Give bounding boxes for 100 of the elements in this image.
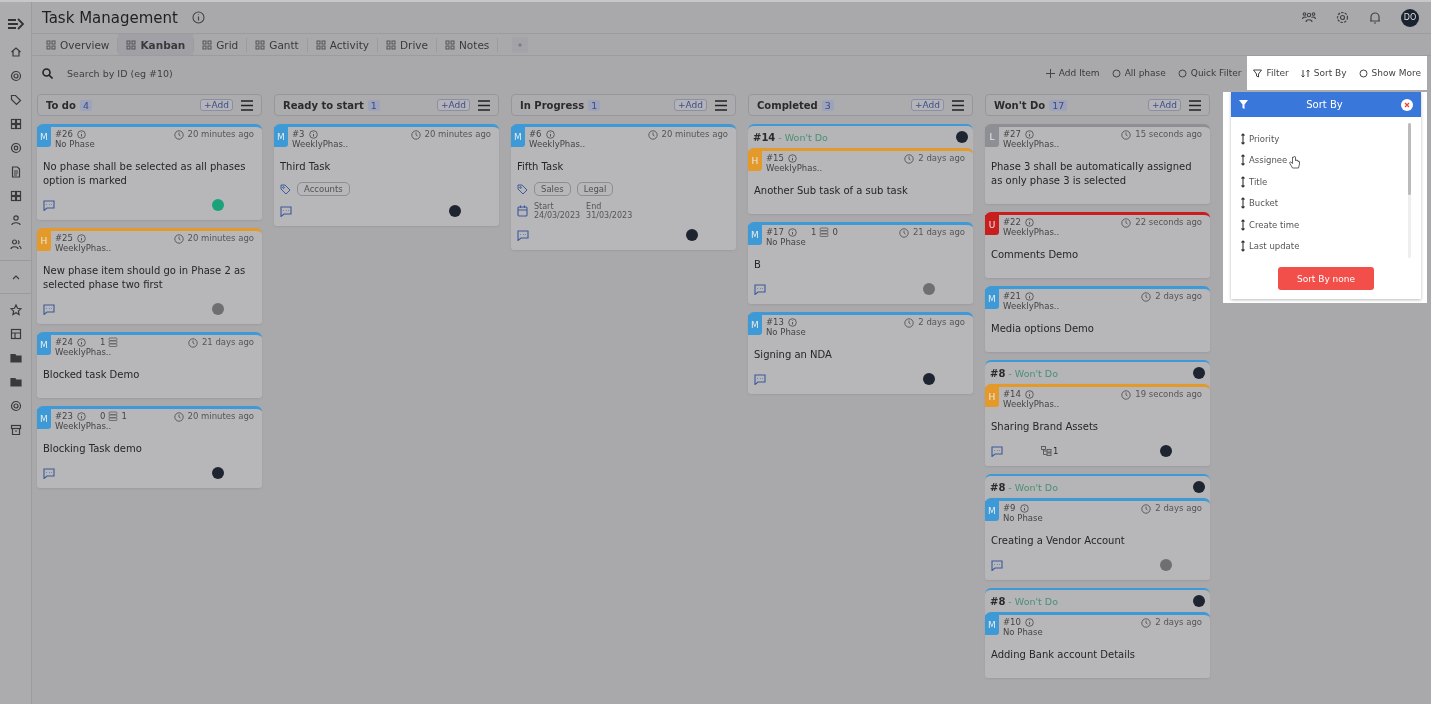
toolbar-button[interactable]: Show More (1352, 56, 1427, 90)
phase-label: No Phase (766, 327, 806, 337)
time-label: 2 days ago (1155, 616, 1202, 627)
sort-option[interactable]: Create time (1241, 217, 1408, 232)
count-badge: 1 (367, 99, 380, 111)
phase-label: WeeklyPhas.. (1003, 227, 1060, 237)
tab[interactable]: Grid (194, 34, 247, 55)
home-icon[interactable] (9, 46, 22, 58)
comment-icon[interactable] (43, 303, 55, 315)
sort-arrows-icon (1241, 154, 1245, 166)
grid-icon (315, 39, 326, 50)
tab[interactable]: Overview (38, 34, 118, 55)
sort-arrows-icon (1241, 175, 1245, 188)
count-badge: 3 (821, 99, 834, 111)
tab[interactable]: Kanban (118, 34, 194, 55)
tab[interactable]: Notes (437, 34, 498, 55)
priority-badge: U (985, 215, 999, 235)
info-icon (1024, 217, 1034, 227)
add-button[interactable]: +Add (437, 99, 470, 111)
comment-icon[interactable] (991, 559, 1003, 571)
user-avatar[interactable]: DO (1401, 8, 1419, 27)
folder-icon[interactable] (9, 352, 22, 364)
comment-icon[interactable] (43, 199, 55, 211)
sort-arrows-icon (1241, 240, 1245, 252)
tab[interactable]: Gantt (247, 34, 307, 55)
sort-option[interactable]: Assignee (1241, 152, 1408, 168)
toolbar-button[interactable]: Quick Filter (1171, 56, 1248, 90)
layout-icon[interactable] (9, 328, 22, 340)
clock-icon (1121, 130, 1132, 140)
settings-icon[interactable] (1336, 11, 1349, 24)
add-button[interactable]: +Add (200, 99, 233, 111)
target-icon[interactable] (9, 400, 22, 412)
menu-icon[interactable] (478, 99, 490, 111)
tab[interactable]: Activity (307, 34, 377, 55)
tag-icon (517, 183, 528, 195)
grid-icon[interactable] (9, 190, 22, 202)
people-icon[interactable] (9, 238, 22, 250)
comment-icon[interactable] (280, 205, 292, 217)
time-label: 21 days ago (912, 226, 965, 237)
sort-option[interactable]: Priority (1241, 131, 1408, 146)
info-icon (308, 129, 318, 139)
dependency-count: 1 (99, 337, 106, 347)
toolbar-button[interactable]: All phase (1105, 56, 1172, 90)
sort-arrows-icon (1241, 197, 1245, 209)
menu-icon[interactable] (715, 99, 727, 111)
team-icon[interactable] (1302, 11, 1316, 24)
add-button[interactable]: +Add (911, 99, 944, 111)
toolbar-button[interactable]: Sort By (1294, 56, 1353, 90)
info-icon[interactable] (191, 11, 205, 24)
tag-icon[interactable] (9, 94, 22, 106)
bell-icon[interactable] (1369, 11, 1381, 24)
clock-icon (410, 130, 421, 140)
sort-option[interactable]: Title (1241, 174, 1408, 189)
grid-icon (445, 39, 455, 50)
task-title: Phase 3 shall be automatically assigned as only phase 3 is selected (990, 160, 1193, 188)
comment-icon[interactable] (754, 373, 766, 385)
phase-label: No Phase (1003, 627, 1043, 637)
tab[interactable]: Drive (378, 34, 436, 55)
add-button[interactable]: +Add (1148, 99, 1181, 111)
archive-icon[interactable] (9, 424, 22, 436)
menu-icon[interactable] (952, 99, 964, 111)
toolbar-button[interactable]: Add Item (1039, 56, 1106, 90)
comment-icon[interactable] (517, 229, 529, 241)
time-label: 20 minutes ago (661, 128, 728, 139)
sort-option[interactable]: Bucket (1241, 195, 1408, 211)
toolbar-button[interactable]: Filter (1247, 56, 1295, 90)
target-icon[interactable] (9, 70, 22, 82)
task-title: New phase item should go in Phase 2 as selected phase two first (42, 264, 247, 292)
grid-icon (46, 39, 56, 50)
menu-icon[interactable] (1189, 99, 1201, 111)
clock-icon (173, 234, 184, 244)
close-button[interactable] (1401, 98, 1413, 111)
add-button[interactable]: +Add (674, 99, 707, 111)
star-icon[interactable] (9, 304, 22, 316)
page-title: Task Management (42, 8, 178, 27)
task-card[interactable]: M #17 1 0 No Phase 21 days ago B (748, 222, 973, 304)
sort-reset-button[interactable]: Sort By none (1278, 267, 1374, 290)
search-field[interactable]: Search by ID (eg #10) (65, 66, 269, 80)
scrollbar[interactable] (1408, 123, 1411, 258)
menu-icon[interactable] (241, 99, 253, 111)
comment-icon[interactable] (991, 445, 1003, 457)
priority-badge: H (37, 231, 51, 251)
comment-icon[interactable] (754, 283, 766, 295)
time-label: 2 days ago (1155, 290, 1202, 301)
count-badge: 4 (79, 99, 92, 111)
sort-option[interactable]: Last update (1241, 238, 1408, 254)
phase-label: WeeklyPhas.. (529, 139, 586, 149)
sort-arrows-icon (1241, 132, 1245, 145)
collapse-icon[interactable] (6, 18, 25, 30)
folder-icon[interactable] (9, 376, 22, 388)
phase-label: No Phase (766, 237, 807, 247)
dependency-count: 1 (810, 227, 817, 237)
comment-icon[interactable] (43, 467, 55, 479)
grid-icon[interactable] (9, 118, 22, 130)
info-icon (787, 317, 797, 327)
task-card[interactable]: M #23 0 1 WeeklyPhas.. 20 minutes ago Blocking Task demo (37, 406, 262, 488)
person-icon[interactable] (9, 214, 22, 226)
doc-icon[interactable] (9, 166, 22, 178)
time-label: 2 days ago (918, 152, 965, 163)
tag-chip: Sales (534, 182, 571, 196)
